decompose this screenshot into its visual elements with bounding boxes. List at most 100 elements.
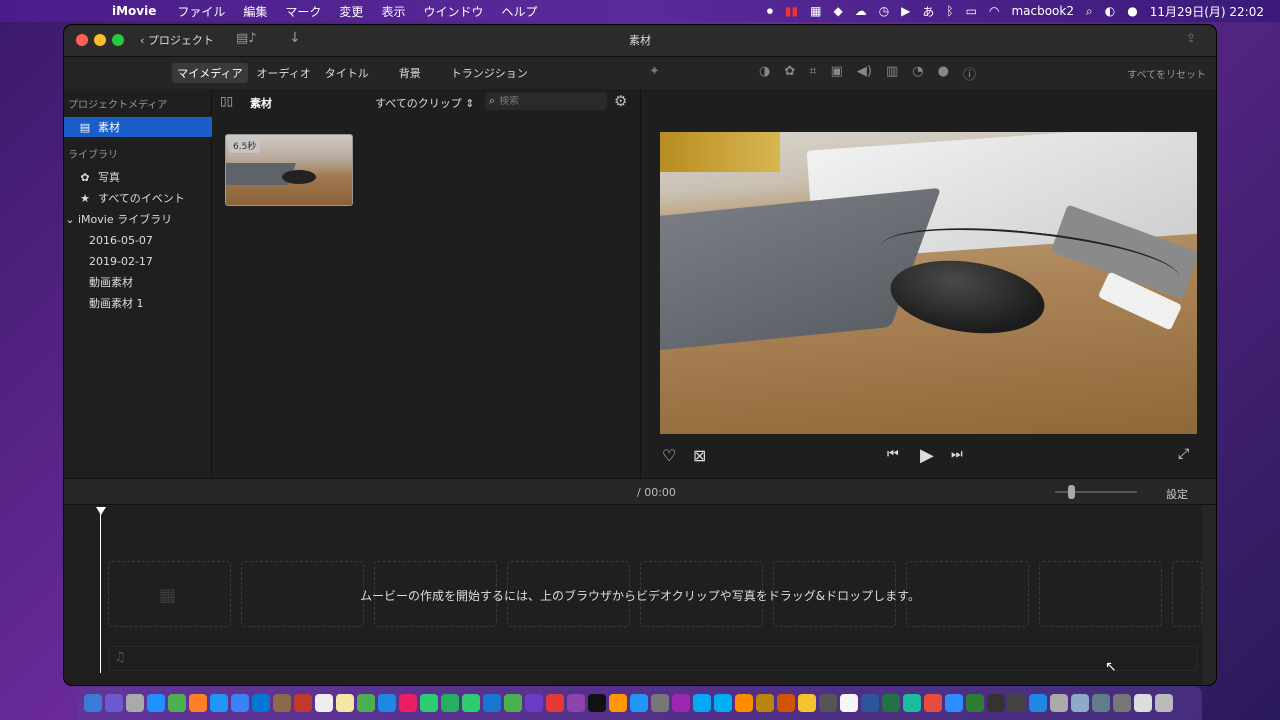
search-field[interactable]: ⌕ [485,92,607,110]
app-store-icon[interactable] [630,694,648,712]
sidebar-item-event[interactable]: 2019-02-17 [64,251,212,271]
menu-edit[interactable]: 編集 [243,3,267,20]
window-preview-icon[interactable] [1134,694,1152,712]
tab-transitions[interactable]: トランジション [446,63,533,83]
menu-window[interactable]: ウインドウ [423,3,483,20]
gear-icon[interactable]: ⚙ [614,92,627,110]
skip-back-icon[interactable]: ⏮ [887,447,899,462]
playhead[interactable] [100,509,101,673]
timeline-scrollbar[interactable] [1202,505,1216,685]
music-icon[interactable] [546,694,564,712]
menu-help[interactable]: ヘルプ [501,3,537,20]
reject-icon[interactable]: ⊠ [693,446,706,465]
editor-icon[interactable] [903,694,921,712]
zoom-icon[interactable] [945,694,963,712]
sidebar-toggle-icon[interactable]: ▯▯ [220,94,233,108]
timeline-settings-button[interactable]: 設定 [1166,486,1188,502]
utility-icon[interactable] [1008,694,1026,712]
chrome-icon[interactable] [168,694,186,712]
contacts-icon[interactable] [273,694,291,712]
chevron-down-icon[interactable]: ⌄ [64,213,76,226]
magic-wand-icon[interactable]: ✦ [649,64,660,79]
control-center-icon[interactable]: ◐ [1105,4,1115,18]
wifi-icon[interactable]: ◠ [989,4,999,18]
menu-view[interactable]: 表示 [381,3,405,20]
recorder-icon[interactable] [924,694,942,712]
play-icon[interactable]: ▶ [920,445,934,466]
apple-tv-icon[interactable] [588,694,606,712]
numbers-icon[interactable] [357,694,375,712]
sidebar-item-event[interactable]: 動画素材 1 [64,293,212,313]
clip-filter-select[interactable]: すべてのクリップ ⇕ [375,95,475,111]
imovie-icon[interactable] [525,694,543,712]
spotlight-search-icon[interactable]: ⌕ [1086,4,1093,19]
sidebar-item-event[interactable]: 2016-05-07 [64,230,212,250]
outlook-icon[interactable] [252,694,270,712]
menu-modify[interactable]: 変更 [339,3,363,20]
line-icon[interactable] [462,694,480,712]
menu-mark[interactable]: マーク [285,3,321,20]
finder-icon[interactable] [84,694,102,712]
color-balance-icon[interactable]: ◑ [759,64,770,83]
window-icon[interactable] [1092,694,1110,712]
input-method-icon[interactable]: あ [922,3,934,20]
tab-backgrounds[interactable]: 背景 [394,63,426,83]
mail-icon[interactable] [231,694,249,712]
firefox-icon[interactable] [189,694,207,712]
play-circle-icon[interactable]: ▶ [901,4,910,18]
sidebar-item-all-events[interactable]: ★ すべてのイベント [64,188,212,208]
audacity-icon[interactable] [777,694,795,712]
cloud-icon[interactable]: ☁ [855,4,867,18]
facetime-icon[interactable] [441,694,459,712]
music-well[interactable] [109,646,1197,671]
archive-icon[interactable] [798,694,816,712]
pause-icon[interactable]: ▮▮ [785,4,798,18]
numbers-app-icon[interactable] [504,694,522,712]
volume-icon[interactable]: ◀) [857,64,872,83]
handbrake-icon[interactable] [756,694,774,712]
sidebar-item-imovie-library[interactable]: ⌄ iMovie ライブラリ [64,209,212,229]
maps-icon[interactable] [378,694,396,712]
equalizer-icon[interactable]: ▥ [886,64,898,83]
notes-icon[interactable] [336,694,354,712]
keynote-icon[interactable] [483,694,501,712]
timeline-zoom-slider[interactable] [1055,485,1137,499]
color-correction-icon[interactable]: ✿ [784,64,795,83]
fullscreen-icon[interactable]: ⤢ [1178,446,1189,462]
info-icon[interactable]: ⓘ [963,64,976,83]
photos-icon[interactable] [399,694,417,712]
sidebar-item-event[interactable]: 動画素材 [64,272,212,292]
clip-filter-icon[interactable]: ● [938,64,949,83]
playhead-handle[interactable] [96,507,106,515]
record-icon[interactable]: ⏺ [767,4,773,19]
screenshot-icon[interactable] [1071,694,1089,712]
tab-my-media[interactable]: マイメディア [172,63,248,83]
trash-icon[interactable] [1155,694,1173,712]
sidebar-item-photos[interactable]: ✿ 写真 [64,167,212,187]
calendar-icon[interactable]: ▦ [810,4,821,18]
timeline[interactable]: ▦ ムービーの作成を開始するには、上のブラウザからビデオクリップや写真をドラッグ… [64,505,1216,685]
share-icon[interactable]: ⇪ [1186,31,1196,45]
calendar-widget-icon[interactable] [966,694,984,712]
edge-icon[interactable] [210,694,228,712]
xcode-icon[interactable] [672,694,690,712]
skip-forward-icon[interactable]: ⏭ [951,447,963,462]
zoom-slider-knob[interactable] [1068,485,1075,499]
preview-icon[interactable] [693,694,711,712]
sidebar-item-project[interactable]: ▤ 素材 [64,117,212,137]
tab-audio[interactable]: オーディオ [252,63,316,83]
books-icon[interactable] [609,694,627,712]
launchpad-icon[interactable] [126,694,144,712]
stack-icon[interactable] [1113,694,1131,712]
speed-icon[interactable]: ◔ [912,64,923,83]
podcasts-icon[interactable] [567,694,585,712]
stabilization-icon[interactable]: ▣ [831,64,843,83]
safari-icon[interactable] [147,694,165,712]
favorite-heart-icon[interactable]: ♡ [662,446,676,465]
reset-all-button[interactable]: すべてをリセット [1127,66,1206,81]
skype-icon[interactable] [714,694,732,712]
messages-icon[interactable] [420,694,438,712]
app-menu[interactable]: iMovie [112,4,156,18]
computer-name[interactable]: macbook2 [1011,4,1074,18]
siri-icon[interactable]: ● [1127,4,1137,18]
